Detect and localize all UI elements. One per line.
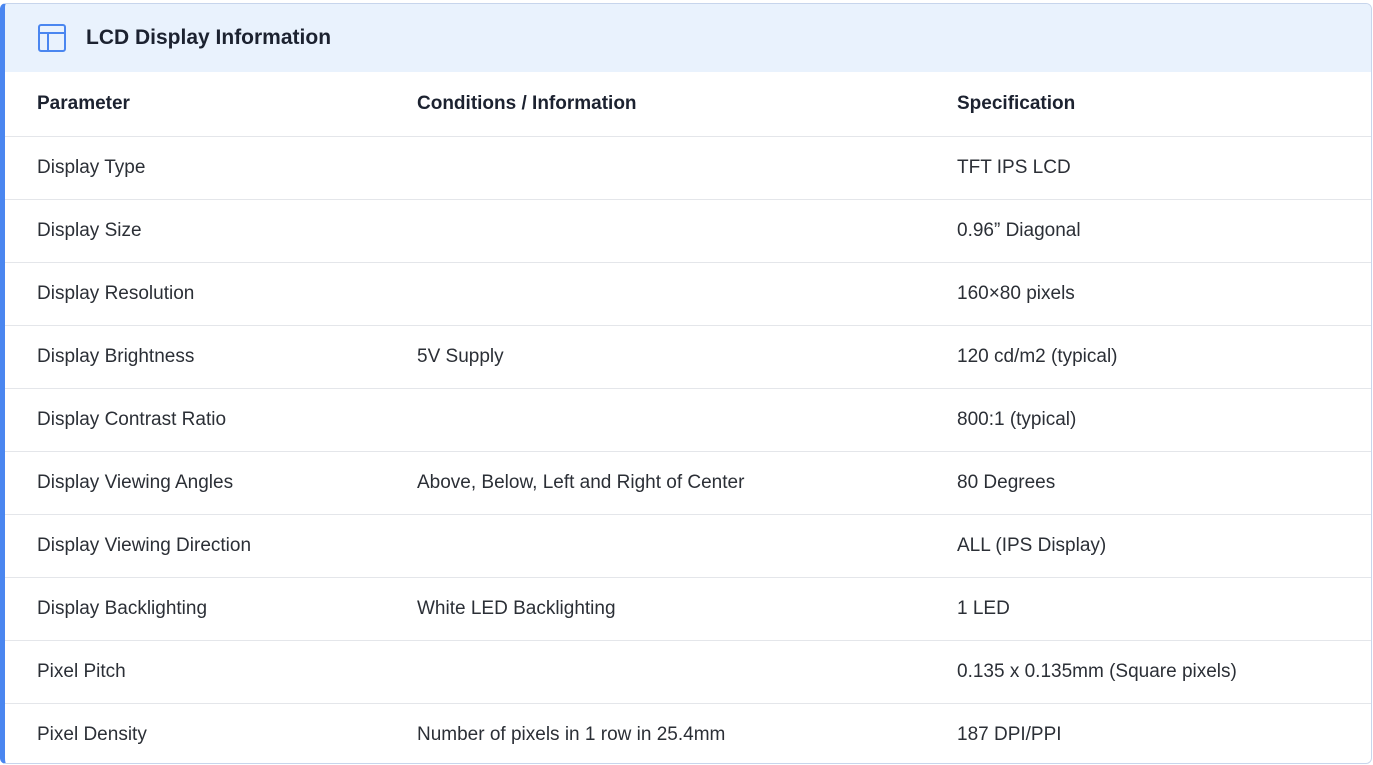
table-row: Display Resolution 160×80 pixels [5,262,1371,326]
specification-cell: 800:1 (typical) [925,388,1371,452]
parameter-cell: Display Type [5,136,385,200]
column-header-specification: Specification [925,72,1371,137]
table-row: Display Viewing Angles Above, Below, Lef… [5,451,1371,515]
table-row: Display Backlighting White LED Backlight… [5,577,1371,641]
card-header: LCD Display Information [5,4,1371,72]
parameter-cell: Pixel Density [37,724,147,745]
table-row: Display Viewing Direction ALL (IPS Displ… [5,514,1371,578]
specification-cell: 0.135 x 0.135mm (Square pixels) [925,640,1371,704]
conditions-cell: 5V Supply [385,325,925,389]
specification-cell: 187 DPI/PPI [957,724,1062,745]
table-row: Display Brightness 5V Supply 120 cd/m2 (… [5,325,1371,389]
conditions-cell [385,136,925,200]
parameter-cell: Display Brightness [5,325,385,389]
table-header-row: Parameter Conditions / Information Speci… [5,72,1371,137]
table-row: Display Contrast Ratio 800:1 (typical) [5,388,1371,452]
card-title: LCD Display Information [86,26,332,49]
column-header-parameter: Parameter [5,72,385,137]
parameter-cell: Pixel Pitch [5,640,385,704]
conditions-cell [385,514,925,578]
parameter-cell: Display Resolution [5,262,385,326]
specification-cell: TFT IPS LCD [925,136,1371,200]
specification-cell: 160×80 pixels [925,262,1371,326]
conditions-cell: Above, Below, Left and Right of Center [385,451,925,515]
conditions-cell [385,199,925,263]
lcd-info-card: LCD Display Information Parameter Condit… [0,3,1372,764]
table-row: Pixel Pitch 0.135 x 0.135mm (Square pixe… [5,640,1371,704]
spec-table: Parameter Conditions / Information Speci… [5,72,1371,764]
column-header-conditions: Conditions / Information [385,72,925,137]
conditions-cell [385,388,925,452]
specification-cell: 1 LED [925,577,1371,641]
parameter-cell: Display Viewing Direction [5,514,385,578]
conditions-cell: White LED Backlighting [385,577,925,641]
parameter-cell: Display Backlighting [5,577,385,641]
table-row: Pixel Density Number of pixels in 1 row … [5,704,1371,764]
parameter-cell: Display Viewing Angles [5,451,385,515]
specification-cell: ALL (IPS Display) [925,514,1371,578]
conditions-cell [385,262,925,326]
table-row: Display Size 0.96” Diagonal [5,199,1371,263]
specification-cell: 80 Degrees [925,451,1371,515]
conditions-cell [385,640,925,704]
specification-cell: 0.96” Diagonal [925,199,1371,263]
specification-cell: 120 cd/m2 (typical) [925,325,1371,389]
conditions-cell: Number of pixels in 1 row in 25.4mm [417,724,726,745]
parameter-cell: Display Size [5,199,385,263]
parameter-cell: Display Contrast Ratio [5,388,385,452]
table-icon [36,22,68,54]
table-row: Display Type TFT IPS LCD [5,136,1371,200]
